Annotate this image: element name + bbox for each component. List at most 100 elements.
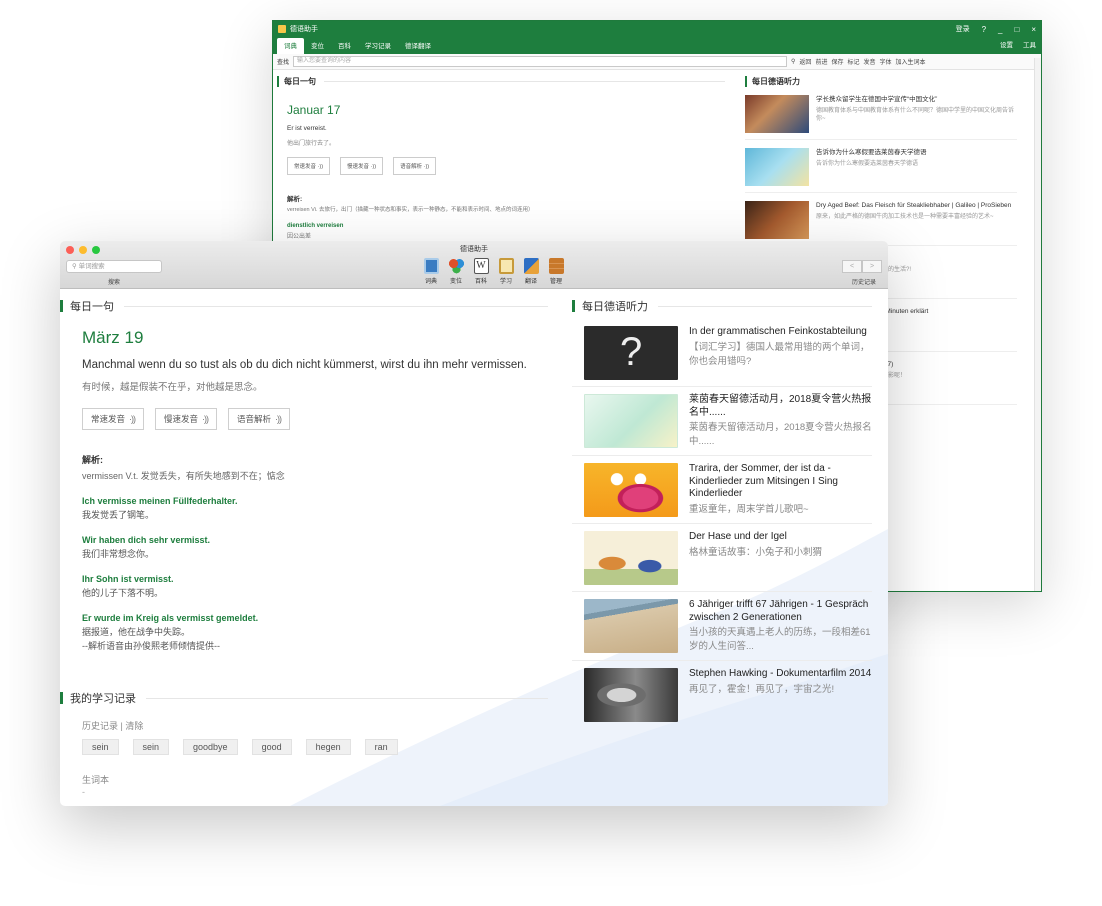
pronounce-button[interactable]: 发音 xyxy=(863,57,875,66)
front-app-window: 德语助手 ⚲ 单词搜索 搜索 词典 变位 W 百科 学习 翻译 管理 < > 历… xyxy=(60,241,888,806)
analysis-text: vermissen V.t. 发觉丢失，有所失地感到不在；惦念 xyxy=(82,471,285,481)
login-button[interactable]: 登录 xyxy=(956,24,970,34)
listening-item[interactable]: 6 Jähriger trifft 67 Jährigen - 1 Gesprä… xyxy=(572,592,872,661)
back-daily-heading-text: 每日一句 xyxy=(284,77,316,86)
speaker-icon: ·)) xyxy=(129,414,136,424)
audio-analysis-button[interactable]: 语音解析 ·)) xyxy=(228,408,291,430)
cartoon-mouth-thumbnail xyxy=(584,463,678,517)
listening-item-title: 6 Jähriger trifft 67 Jährigen - 1 Gesprä… xyxy=(689,599,869,623)
audio-buttons: 常速发音 ·)) 慢速发音 ·)) 语音解析 ·)) xyxy=(82,408,548,430)
tab-study-record[interactable]: 学习记录 xyxy=(358,38,398,54)
history-clear-link[interactable]: 历史记录 | 清除 xyxy=(82,719,548,732)
listening-item[interactable]: Der Hase und der Igel 格林童话故事：小兔子和小刺猬 xyxy=(572,524,872,592)
tool-label: 翻译 xyxy=(524,279,537,285)
back-item-subtitle: 告诉你为什么寒假要选莱茵春天学德语 xyxy=(816,161,919,167)
chalkboard-question-thumbnail: ? xyxy=(584,326,678,380)
save-button[interactable]: 保存 xyxy=(831,57,843,66)
back-listening-heading: 每日德语听力 xyxy=(745,76,1017,87)
history-tags: sein sein goodbye good hegen ran xyxy=(82,739,548,755)
back-daily-date: Januar 17 xyxy=(287,103,341,117)
back-slow-speed-button[interactable]: 慢速发音 ·)) xyxy=(340,157,384,175)
mac-toolbar: 德语助手 ⚲ 单词搜索 搜索 词典 变位 W 百科 学习 翻译 管理 < > 历… xyxy=(60,241,888,289)
tool-manage[interactable]: 管理 xyxy=(547,258,565,285)
listening-item[interactable]: Stephen Hawking - Dokumentarfilm 2014 再见… xyxy=(572,661,872,728)
back-normal-speed-button[interactable]: 常速发音 ·)) xyxy=(287,157,331,175)
word-search-input[interactable]: ⚲ 单词搜索 xyxy=(66,260,162,273)
back-thumb-image xyxy=(745,148,809,186)
mark-button[interactable]: 标记 xyxy=(847,57,859,66)
back-listening-item[interactable]: 学长携众留学生在德国中学宣传“中国文化” 德国教育体系与中国教育体系有什么不同呢？… xyxy=(745,95,1017,140)
history-tag[interactable]: hegen xyxy=(305,739,351,755)
listening-item[interactable]: 莱茵春天留德活动月，2018夏令营火热报名中...... 莱茵春天留德活动月，2… xyxy=(572,387,872,456)
back-example-zh: 因公出差 xyxy=(287,234,312,240)
back-listening-item[interactable]: 告诉你为什么寒假要选莱茵春天学德语 告诉你为什么寒假要选莱茵春天学德语 xyxy=(745,148,1017,193)
tool-label: 管理 xyxy=(549,279,562,285)
front-main: 每日一句 März 19 Manchmal wenn du so tust al… xyxy=(60,289,888,806)
conjugation-icon xyxy=(448,258,464,274)
vocab-value: - xyxy=(82,787,85,797)
history-forward-button[interactable]: > xyxy=(862,260,882,273)
listening-item-title: Trarira, der Sommer, der ist da - Kinder… xyxy=(689,463,838,499)
back-item-title: 告诉你为什么寒假要选莱茵春天学德语 xyxy=(816,149,927,156)
history-tag[interactable]: ran xyxy=(364,739,398,755)
listening-item-title: 莱茵春天留德活动月，2018夏令营火热报名中...... xyxy=(689,394,872,418)
example-de: Ihr Sohn ist vermisst. xyxy=(82,574,174,584)
back-audio-analysis-button[interactable]: 语音解析 ·)) xyxy=(393,157,437,175)
back-thumb-image xyxy=(745,201,809,239)
history-tag[interactable]: sein xyxy=(82,739,119,755)
listening-item[interactable]: Trarira, der Sommer, der ist da - Kinder… xyxy=(572,456,872,524)
back-slow-speed-label: 慢速发音 xyxy=(347,164,370,170)
tool-label: 百科 xyxy=(474,279,487,285)
settings-menu[interactable]: 设置 xyxy=(995,39,1018,54)
history-tag[interactable]: good xyxy=(251,739,292,755)
back-item-subtitle: 原来，如此严格的德国牛肉加工技术也是一种需要丰富经验的艺术~ xyxy=(816,214,994,220)
tool-dictionary[interactable]: 词典 xyxy=(422,258,440,285)
app-logo-icon xyxy=(278,25,286,33)
forward-nav-button[interactable]: 前进 xyxy=(815,57,827,66)
listening-item-subtitle: 格林童话故事：小兔子和小刺猬 xyxy=(689,546,823,558)
listening-item-subtitle: 再见了，霍金！再见了，宇宙之光! xyxy=(689,683,835,695)
listening-item[interactable]: ? In der grammatischen Feinkostabteilung… xyxy=(572,319,872,387)
daily-sentence[interactable]: Manchmal wenn du so tust als ob du dich … xyxy=(82,359,548,371)
main-tool-group: 词典 变位 W 百科 学习 翻译 管理 xyxy=(422,258,565,285)
summer-camp-thumbnail xyxy=(584,394,678,448)
history-tag[interactable]: goodbye xyxy=(183,739,238,755)
back-listening-item[interactable]: Dry Aged Beef: Das Fleisch für Steaklieb… xyxy=(745,201,1017,246)
tab-encyclopedia[interactable]: 百科 xyxy=(331,38,358,54)
close-button[interactable]: × xyxy=(1031,25,1036,34)
help-icon[interactable]: ? xyxy=(982,25,986,34)
tab-dictionary[interactable]: 词典 xyxy=(277,38,304,54)
listening-item-title: In der grammatischen Feinkostabteilung xyxy=(689,326,867,337)
minimize-button[interactable]: _ xyxy=(998,25,1002,34)
back-scrollbar[interactable] xyxy=(1034,58,1041,591)
tab-conjugation[interactable]: 变位 xyxy=(304,38,331,54)
history-back-button[interactable]: < xyxy=(842,260,862,273)
vocab-label: 生词本 xyxy=(82,775,110,785)
study-icon xyxy=(498,258,514,274)
back-analysis-label: 解析: xyxy=(287,196,303,203)
normal-speed-button[interactable]: 常速发音 ·)) xyxy=(82,408,145,430)
back-daily-translation: 他出门旅行去了。 xyxy=(287,141,336,147)
back-nav-button[interactable]: 返回 xyxy=(799,57,811,66)
back-daily-heading: 每日一句 xyxy=(277,76,725,87)
maximize-button[interactable]: □ xyxy=(1014,25,1019,34)
back-analysis-text: verreisen Vi. 去旅行，出门（描藏一种状态和事实，表示一种静态，不能… xyxy=(287,207,534,213)
tab-translate[interactable]: 德译翻译 xyxy=(398,38,438,54)
listening-item-subtitle: 【词汇学习】德国人最常用错的两个单词，你也会用错吗? xyxy=(689,341,870,367)
normal-speed-label: 常速发音 xyxy=(91,414,126,424)
font-button[interactable]: 字体 xyxy=(880,57,892,66)
tool-conjugation[interactable]: 变位 xyxy=(447,258,465,285)
slow-speed-button[interactable]: 慢速发音 ·)) xyxy=(155,408,218,430)
search-input[interactable]: 输入您要查询的内容 xyxy=(293,56,788,67)
tools-menu[interactable]: 工具 xyxy=(1018,39,1041,54)
example-de: Ich vermisse meinen Füllfederhalter. xyxy=(82,496,238,506)
tool-encyclopedia[interactable]: W 百科 xyxy=(472,258,490,285)
history-tag[interactable]: sein xyxy=(132,739,170,755)
back-thumb-image xyxy=(745,95,809,133)
tool-translate[interactable]: 翻译 xyxy=(522,258,540,285)
add-vocab-button[interactable]: 加入生词本 xyxy=(896,57,926,66)
listening-item-title: Stephen Hawking - Dokumentarfilm 2014 xyxy=(689,668,872,679)
tool-study[interactable]: 学习 xyxy=(497,258,515,285)
daily-heading: 每日一句 xyxy=(60,299,548,313)
search-icon[interactable]: ⚲ xyxy=(791,58,795,65)
